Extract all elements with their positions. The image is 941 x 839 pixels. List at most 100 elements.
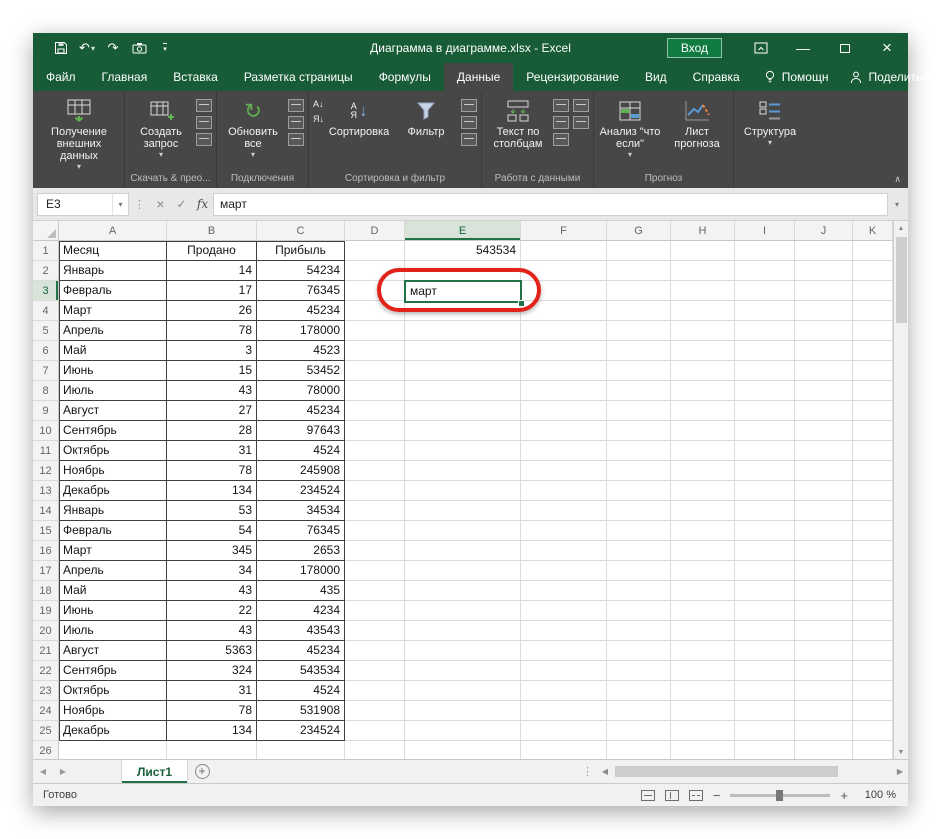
sort-az-button[interactable]: А↓ — [313, 99, 324, 110]
cell-J1[interactable] — [795, 241, 853, 261]
cell-H8[interactable] — [671, 381, 735, 401]
normal-view-icon[interactable] — [641, 790, 655, 801]
cell-D17[interactable] — [345, 561, 405, 581]
cell-A22[interactable]: Сентябрь — [59, 661, 167, 681]
cell-I8[interactable] — [735, 381, 795, 401]
cell-D19[interactable] — [345, 601, 405, 621]
refresh-all-button[interactable]: ↻ Обновить все ▾ — [221, 93, 285, 171]
cell-G9[interactable] — [607, 401, 671, 421]
cell-E1[interactable]: 543534 — [405, 241, 521, 261]
cell-A15[interactable]: Февраль — [59, 521, 167, 541]
cell-H7[interactable] — [671, 361, 735, 381]
cell-I20[interactable] — [735, 621, 795, 641]
cell-A6[interactable]: Май — [59, 341, 167, 361]
cell-I3[interactable] — [735, 281, 795, 301]
row-header-1[interactable]: 1 — [33, 241, 59, 261]
cell-I18[interactable] — [735, 581, 795, 601]
cell-D12[interactable] — [345, 461, 405, 481]
cell-A17[interactable]: Апрель — [59, 561, 167, 581]
cell-F18[interactable] — [521, 581, 607, 601]
cell-B1[interactable]: Продано — [167, 241, 257, 261]
cell-E18[interactable] — [405, 581, 521, 601]
cell-I23[interactable] — [735, 681, 795, 701]
clear-filter-icon[interactable] — [461, 99, 477, 112]
horizontal-scrollbar[interactable]: ⋮ ◀ ▶ — [578, 760, 908, 783]
cell-F9[interactable] — [521, 401, 607, 421]
zoom-level[interactable]: 100 % — [858, 789, 896, 801]
cell-I12[interactable] — [735, 461, 795, 481]
cell-I9[interactable] — [735, 401, 795, 421]
cell-B12[interactable]: 78 — [167, 461, 257, 481]
cell-F5[interactable] — [521, 321, 607, 341]
tab-Главная[interactable]: Главная — [89, 63, 161, 91]
cell-C15[interactable]: 76345 — [257, 521, 345, 541]
cell-A19[interactable]: Июнь — [59, 601, 167, 621]
column-header-E[interactable]: E — [405, 221, 521, 240]
cell-J9[interactable] — [795, 401, 853, 421]
cell-H24[interactable] — [671, 701, 735, 721]
cell-D11[interactable] — [345, 441, 405, 461]
from-table-icon[interactable] — [196, 116, 212, 129]
cell-A7[interactable]: Июнь — [59, 361, 167, 381]
redo-button[interactable]: ↷ — [101, 36, 125, 60]
cell-B3[interactable]: 17 — [167, 281, 257, 301]
cell-G1[interactable] — [607, 241, 671, 261]
sign-in-button[interactable]: Вход — [667, 38, 722, 58]
page-break-view-icon[interactable] — [689, 790, 703, 801]
cell-K19[interactable] — [853, 601, 893, 621]
sheet-tab-list1[interactable]: Лист1 — [121, 760, 188, 783]
cell-C11[interactable]: 4524 — [257, 441, 345, 461]
row-header-24[interactable]: 24 — [33, 701, 59, 721]
cell-K6[interactable] — [853, 341, 893, 361]
cell-G10[interactable] — [607, 421, 671, 441]
cell-J8[interactable] — [795, 381, 853, 401]
cell-D25[interactable] — [345, 721, 405, 741]
cell-C7[interactable]: 53452 — [257, 361, 345, 381]
column-header-A[interactable]: A — [59, 221, 167, 240]
cell-C10[interactable]: 97643 — [257, 421, 345, 441]
cell-E15[interactable] — [405, 521, 521, 541]
column-header-G[interactable]: G — [607, 221, 671, 240]
cell-I25[interactable] — [735, 721, 795, 741]
cell-C21[interactable]: 45234 — [257, 641, 345, 661]
cell-I15[interactable] — [735, 521, 795, 541]
scroll-down-icon[interactable]: ▼ — [898, 745, 905, 759]
column-header-J[interactable]: J — [795, 221, 853, 240]
outline-button[interactable]: Структура ▾ — [738, 93, 802, 171]
cell-K22[interactable] — [853, 661, 893, 681]
cell-B24[interactable]: 78 — [167, 701, 257, 721]
row-header-25[interactable]: 25 — [33, 721, 59, 741]
cell-B4[interactable]: 26 — [167, 301, 257, 321]
cell-D7[interactable] — [345, 361, 405, 381]
cell-E19[interactable] — [405, 601, 521, 621]
cell-E24[interactable] — [405, 701, 521, 721]
cell-C24[interactable]: 531908 — [257, 701, 345, 721]
cell-D13[interactable] — [345, 481, 405, 501]
cell-D23[interactable] — [345, 681, 405, 701]
undo-button[interactable]: ↶▾ — [75, 36, 99, 60]
cell-F16[interactable] — [521, 541, 607, 561]
row-header-19[interactable]: 19 — [33, 601, 59, 621]
cell-H17[interactable] — [671, 561, 735, 581]
row-header-3[interactable]: 3 — [33, 281, 59, 301]
cell-E12[interactable] — [405, 461, 521, 481]
cell-J22[interactable] — [795, 661, 853, 681]
cell-K1[interactable] — [853, 241, 893, 261]
sheet-prev-icon[interactable]: ◀ — [33, 760, 53, 783]
cell-K24[interactable] — [853, 701, 893, 721]
cell-G15[interactable] — [607, 521, 671, 541]
close-button[interactable]: × — [866, 33, 908, 63]
name-box-dropdown-icon[interactable]: ▾ — [112, 194, 128, 215]
cell-C26[interactable] — [257, 741, 345, 759]
cell-J14[interactable] — [795, 501, 853, 521]
zoom-slider-thumb[interactable] — [776, 790, 783, 801]
cell-C22[interactable]: 543534 — [257, 661, 345, 681]
cell-G4[interactable] — [607, 301, 671, 321]
row-header-12[interactable]: 12 — [33, 461, 59, 481]
cell-B15[interactable]: 54 — [167, 521, 257, 541]
cell-B13[interactable]: 134 — [167, 481, 257, 501]
cell-D21[interactable] — [345, 641, 405, 661]
tab-Вид[interactable]: Вид — [632, 63, 680, 91]
row-header-22[interactable]: 22 — [33, 661, 59, 681]
cell-A23[interactable]: Октябрь — [59, 681, 167, 701]
